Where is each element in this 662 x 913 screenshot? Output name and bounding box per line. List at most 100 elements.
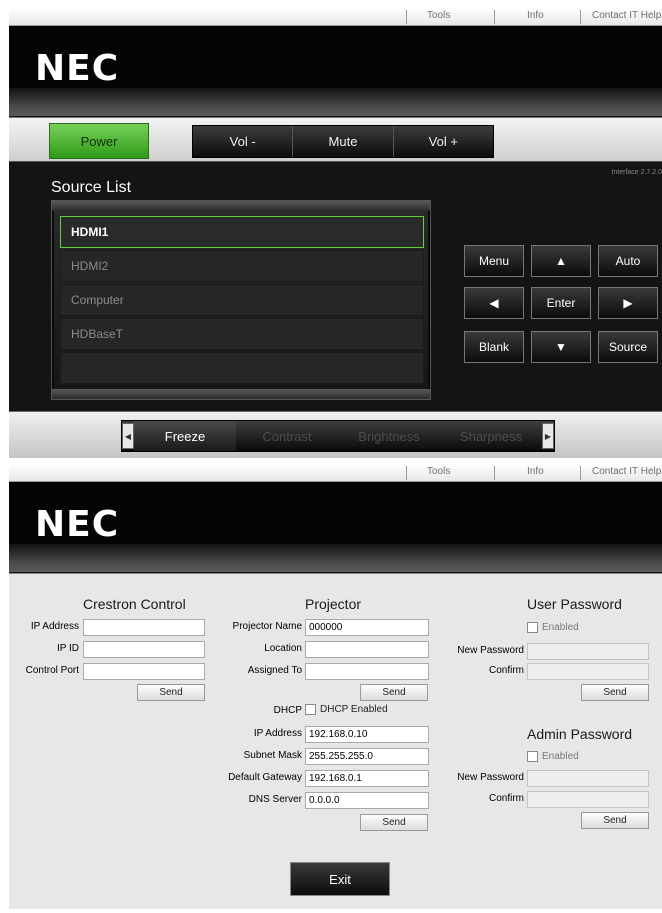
down-arrow-icon[interactable]: ▼ (531, 331, 591, 363)
crestron-ipid-label: IP ID (56, 643, 79, 654)
dhcp-checkbox[interactable] (305, 704, 316, 715)
source-item-empty (60, 352, 424, 384)
projector-title: Projector (305, 596, 362, 612)
enter-button[interactable]: Enter (531, 287, 591, 319)
source-item-hdmi2[interactable]: HDMI2 (60, 250, 424, 282)
volume-group: Vol - Mute Vol + (192, 125, 494, 158)
source-item-hdmi1[interactable]: HDMI1 (60, 216, 424, 248)
projector-ip-input[interactable]: 192.168.0.10 (305, 726, 429, 743)
admin-new-password-input[interactable] (527, 770, 649, 787)
header-divider (9, 88, 662, 116)
admin-password-title: Admin Password (527, 726, 633, 742)
assigned-to-input[interactable] (305, 663, 429, 680)
user-password-title: User Password (527, 596, 622, 612)
brightness-button[interactable]: Brightness (338, 421, 440, 451)
crestron-send-button[interactable]: Send (137, 684, 205, 701)
adjustment-bar: ◀ Freeze Contrast Brightness Sharpness ▶ (9, 411, 662, 458)
nav-contact-link[interactable]: Contact IT Help (592, 466, 661, 477)
nav-separator (494, 10, 495, 24)
volume-down-button[interactable]: Vol - (193, 126, 294, 157)
control-panel: Tools Info Contact IT Help NEC Power Vol… (9, 8, 662, 458)
scroll-left-icon[interactable]: ◀ (122, 423, 134, 449)
power-volume-row: Power Vol - Mute Vol + (9, 117, 662, 162)
auto-button[interactable]: Auto (598, 245, 658, 277)
nec-logo: NEC (35, 48, 120, 89)
projector-ip-label: IP Address (253, 728, 302, 739)
scroll-right-icon[interactable]: ▶ (542, 423, 554, 449)
user-password-send-button[interactable]: Send (581, 684, 649, 701)
menu-button[interactable]: Menu (464, 245, 524, 277)
mute-button[interactable]: Mute (293, 126, 394, 157)
user-new-password-label: New Password (457, 645, 524, 656)
nec-logo: NEC (35, 504, 120, 545)
sharpness-button[interactable]: Sharpness (440, 421, 542, 451)
dhcp-checkbox-label: DHCP Enabled (320, 704, 388, 715)
admin-enabled-label: Enabled (542, 751, 579, 762)
nav-contact-link[interactable]: Contact IT Help (592, 10, 661, 21)
nav-info-link[interactable]: Info (527, 466, 544, 477)
source-item-computer[interactable]: Computer (60, 284, 424, 316)
source-list-top-bar (52, 201, 430, 211)
freeze-button[interactable]: Freeze (134, 421, 236, 451)
dhcp-checkbox-row: DHCP Enabled (305, 704, 388, 715)
admin-confirm-input[interactable] (527, 791, 649, 808)
right-arrow-icon[interactable]: ▶ (598, 287, 658, 319)
nav-separator (580, 10, 581, 24)
projector-send-button[interactable]: Send (360, 684, 428, 701)
source-list-bottom-bar (52, 389, 430, 399)
source-item-hdbaset[interactable]: HDBaseT (60, 318, 424, 350)
source-button[interactable]: Source (598, 331, 658, 363)
user-confirm-input[interactable] (527, 663, 649, 680)
location-label: Location (264, 643, 302, 654)
user-enabled-row: Enabled (527, 622, 579, 633)
adjustment-group: ◀ Freeze Contrast Brightness Sharpness ▶ (121, 420, 555, 452)
user-enabled-checkbox[interactable] (527, 622, 538, 633)
up-arrow-icon[interactable]: ▲ (531, 245, 591, 277)
nav-info-link[interactable]: Info (527, 10, 544, 21)
power-button[interactable]: Power (49, 123, 149, 159)
left-arrow-icon[interactable]: ◀ (464, 287, 524, 319)
crestron-port-input[interactable] (83, 663, 205, 680)
user-enabled-label: Enabled (542, 622, 579, 633)
gateway-input[interactable]: 192.168.0.1 (305, 770, 429, 787)
user-new-password-input[interactable] (527, 643, 649, 660)
subnet-mask-label: Subnet Mask (243, 750, 302, 761)
admin-new-password-label: New Password (457, 772, 524, 783)
top-nav: Tools Info Contact IT Help (9, 8, 662, 26)
nav-tools-link[interactable]: Tools (427, 466, 450, 477)
dns-server-input[interactable]: 0.0.0.0 (305, 792, 429, 809)
header-divider (9, 544, 662, 572)
user-confirm-label: Confirm (488, 665, 524, 676)
assigned-to-label: Assigned To (247, 665, 302, 676)
contrast-button[interactable]: Contrast (236, 421, 338, 451)
crestron-ipid-input[interactable] (83, 641, 205, 658)
settings-form: Crestron Control IP Address IP ID Contro… (9, 573, 662, 909)
subnet-mask-input[interactable]: 255.255.255.0 (305, 748, 429, 765)
source-list-title: Source List (51, 179, 132, 196)
nav-separator (406, 466, 407, 480)
admin-enabled-row: Enabled (527, 751, 579, 762)
nav-tools-link[interactable]: Tools (427, 10, 450, 21)
projector-name-label: Projector Name (232, 621, 302, 632)
dhcp-label: DHCP (273, 705, 302, 716)
network-send-button[interactable]: Send (360, 814, 428, 831)
crestron-ip-input[interactable] (83, 619, 205, 636)
exit-button[interactable]: Exit (290, 862, 390, 896)
admin-enabled-checkbox[interactable] (527, 751, 538, 762)
navigation-pad: Menu ▲ Auto ◀ Enter ▶ Blank ▼ Source (464, 245, 658, 363)
location-input[interactable] (305, 641, 429, 658)
settings-panel: Tools Info Contact IT Help NEC Crestron … (9, 464, 662, 909)
admin-password-send-button[interactable]: Send (581, 812, 649, 829)
source-area: Interface 2.7.2.0 Source List HDMI1 HDMI… (9, 163, 662, 411)
dns-server-label: DNS Server (248, 794, 302, 805)
projector-name-input[interactable]: 000000 (305, 619, 429, 636)
volume-up-button[interactable]: Vol + (394, 126, 493, 157)
nav-separator (494, 466, 495, 480)
crestron-port-label: Control Port (25, 665, 79, 676)
top-nav: Tools Info Contact IT Help (9, 464, 662, 482)
blank-button[interactable]: Blank (464, 331, 524, 363)
crestron-ip-label: IP Address (30, 621, 79, 632)
nav-separator (580, 466, 581, 480)
crestron-title: Crestron Control (83, 596, 186, 612)
brand-header: NEC (9, 26, 662, 89)
